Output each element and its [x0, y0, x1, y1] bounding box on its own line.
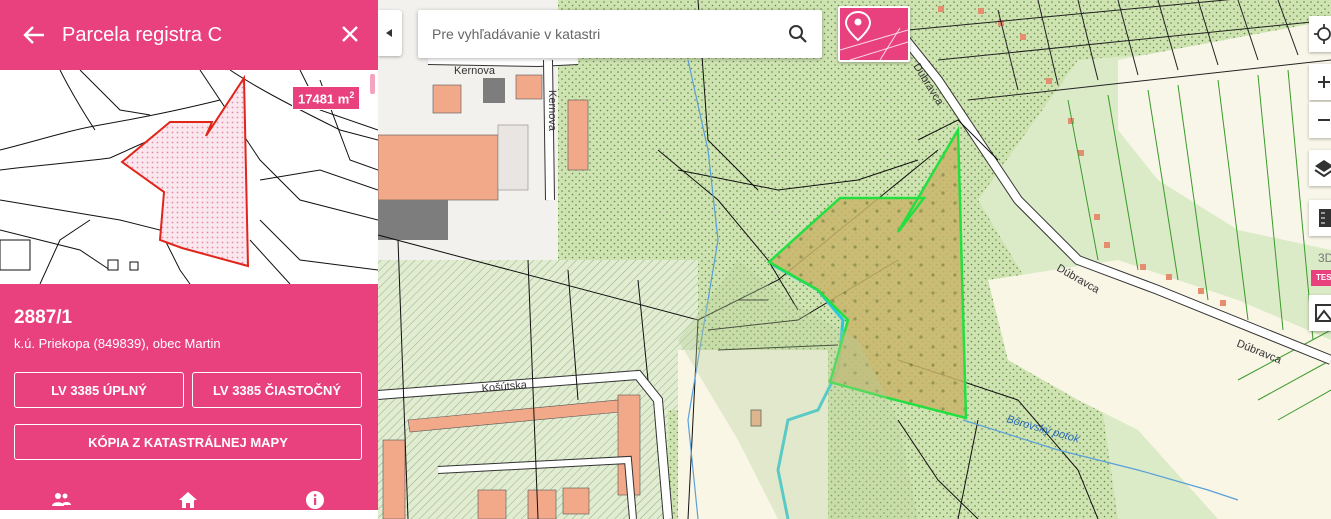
street-label-kernova-2: Kernova: [546, 90, 558, 132]
property-tab[interactable]: [177, 489, 199, 511]
street-label-kernova-1: Kernova: [454, 65, 496, 77]
people-icon: [52, 493, 71, 506]
search-bar: [418, 10, 822, 58]
owners-tab[interactable]: [50, 489, 72, 511]
bottom-strip: [0, 510, 378, 519]
home-icon: [179, 492, 197, 508]
close-icon: [342, 26, 358, 42]
cadastre-map[interactable]: Kernova Kernova Košútska Dúbravca Dúbrav…: [378, 0, 1331, 519]
search-icon: [789, 25, 807, 43]
back-button[interactable]: [20, 22, 48, 48]
info-icon: [306, 491, 324, 509]
thumbnail-parcel-shape: [120, 74, 250, 268]
lv-partial-button[interactable]: LV 3385 ČIASTOČNÝ: [192, 372, 362, 408]
crosshair-icon: [1314, 24, 1331, 44]
plus-icon: [1318, 76, 1330, 88]
search-button[interactable]: [786, 22, 810, 46]
parcel-location: k.ú. Priekopa (849839), obec Martin: [14, 336, 221, 351]
lv-full-button[interactable]: LV 3385 ÚPLNÝ: [14, 372, 184, 408]
cadastral-map-copy-button[interactable]: KÓPIA Z KATASTRÁLNEJ MAPY: [14, 424, 362, 460]
search-input[interactable]: [432, 22, 772, 46]
arrow-left-icon: [23, 26, 44, 44]
app-window: Kernova Kernova Košútska Dúbravca Dúbrav…: [0, 0, 1331, 519]
collapse-panel-button[interactable]: [378, 10, 402, 56]
caret-left-icon: [386, 29, 392, 37]
close-button[interactable]: [336, 20, 364, 48]
thumbnail-scrollbar[interactable]: [370, 74, 375, 94]
street-view-icon: [1315, 304, 1331, 322]
map-pin-icon: [839, 10, 909, 61]
view-3d-label[interactable]: 3D: [1318, 251, 1331, 265]
parcel-detail-panel: Parcela registra C 17481 m2 2887/1 k.ú. …: [0, 0, 378, 519]
layers-icon: [1314, 160, 1331, 178]
parcel-thumbnail-map[interactable]: 17481 m2: [0, 70, 378, 284]
my-location-button[interactable]: [1309, 16, 1331, 52]
zoom-out-button[interactable]: [1309, 102, 1331, 138]
info-tab[interactable]: [304, 489, 326, 511]
test-badge: TES: [1311, 270, 1331, 286]
zoom-in-button[interactable]: [1309, 64, 1331, 100]
panel-header: Parcela registra C: [0, 0, 378, 70]
minus-icon: [1318, 119, 1330, 121]
layers-button[interactable]: [1309, 150, 1331, 186]
panel-title: Parcela registra C: [62, 24, 223, 46]
street-view-button[interactable]: [1309, 295, 1331, 331]
measure-button[interactable]: [1309, 200, 1331, 236]
parcel-number: 2887/1: [14, 307, 73, 328]
parcel-pin-button[interactable]: [838, 6, 910, 62]
ruler-icon: [1319, 209, 1331, 227]
map-canvas[interactable]: Kernova Kernova Košútska Dúbravca Dúbrav…: [378, 0, 1331, 519]
area-badge: 17481 m2: [292, 86, 361, 111]
